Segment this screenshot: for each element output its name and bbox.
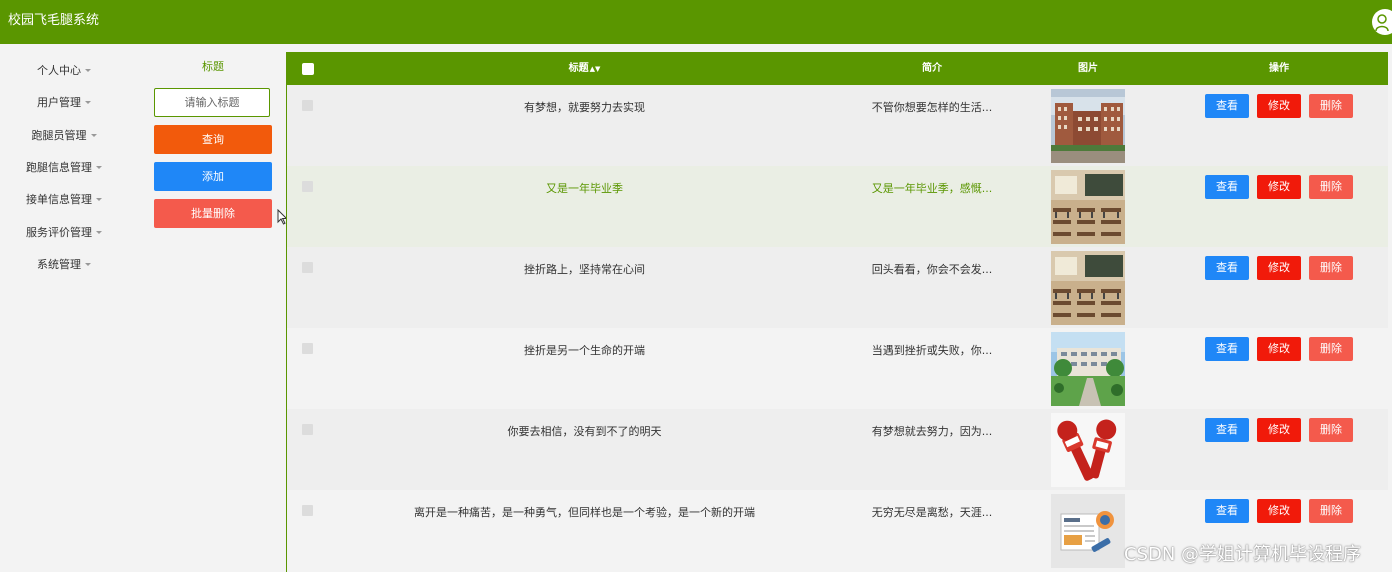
row-intro: 回头看看，你会不会发... <box>871 263 993 276</box>
sidebar-item-errand-info-management[interactable]: 跑腿信息管理 <box>0 158 128 178</box>
view-button[interactable]: 查看 <box>1205 256 1249 280</box>
table-row[interactable]: 你要去相信，没有到不了的明天 有梦想就去努力，因为... 查看 修改 删除 <box>287 409 1388 490</box>
row-checkbox[interactable] <box>302 505 313 516</box>
watermark: CSDN @学姐计算机毕设程序 <box>1124 544 1362 565</box>
sidebar-item-label: 接单信息管理 <box>26 193 92 206</box>
sidebar-item-runner-management[interactable]: 跑腿员管理 <box>0 126 128 146</box>
delete-button[interactable]: 删除 <box>1309 256 1353 280</box>
search-panel: 标题 查询 添加 批量删除 <box>146 44 286 572</box>
top-bar: 校园飞毛腿系统 <box>0 0 1392 44</box>
row-title: 又是一年毕业季 <box>546 182 623 195</box>
view-button[interactable]: 查看 <box>1205 499 1249 523</box>
sidebar-item-label: 服务评价管理 <box>26 226 92 239</box>
caret-down-icon <box>96 198 102 201</box>
row-intro: 不管你想要怎样的生活... <box>871 101 993 114</box>
row-title: 挫折路上，坚持常在心间 <box>524 263 645 276</box>
row-intro: 无穷无尽是离愁，天涯... <box>871 506 993 519</box>
row-checkbox[interactable] <box>302 262 313 273</box>
row-checkbox[interactable] <box>302 343 313 354</box>
sidebar-item-label: 用户管理 <box>37 96 81 109</box>
edit-button[interactable]: 修改 <box>1257 94 1301 118</box>
sidebar-item-label: 个人中心 <box>37 64 81 77</box>
select-all-checkbox[interactable] <box>302 63 314 75</box>
table-row[interactable]: 有梦想，就要努力去实现 不管你想要怎样的生活... 查看 修改 删除 <box>287 85 1388 166</box>
delete-button[interactable]: 删除 <box>1309 175 1353 199</box>
edit-button[interactable]: 修改 <box>1257 256 1301 280</box>
live-microphone-icon <box>1051 413 1125 487</box>
edit-button[interactable]: 修改 <box>1257 337 1301 361</box>
view-button[interactable]: 查看 <box>1205 418 1249 442</box>
view-button[interactable]: 查看 <box>1205 175 1249 199</box>
delete-button[interactable]: 删除 <box>1309 337 1353 361</box>
view-button[interactable]: 查看 <box>1205 337 1249 361</box>
row-checkbox[interactable] <box>302 424 313 435</box>
sidebar-item-service-review-management[interactable]: 服务评价管理 <box>0 223 128 243</box>
column-header-actions: 操作 <box>1269 63 1289 74</box>
row-title: 挫折是另一个生命的开端 <box>524 344 645 357</box>
row-intro: 有梦想就去努力，因为... <box>871 425 993 438</box>
column-header-intro: 简介 <box>922 63 942 74</box>
caret-down-icon <box>85 69 91 72</box>
column-header-title-label: 标题 <box>568 63 589 74</box>
column-header-image: 图片 <box>1078 63 1098 74</box>
news-paper-icon <box>1051 494 1125 568</box>
sidebar-item-label: 系统管理 <box>37 258 81 271</box>
search-title-input[interactable] <box>154 88 270 117</box>
add-button[interactable]: 添加 <box>154 162 272 191</box>
row-title: 有梦想，就要努力去实现 <box>524 101 645 114</box>
edit-button[interactable]: 修改 <box>1257 499 1301 523</box>
delete-button[interactable]: 删除 <box>1309 94 1353 118</box>
sidebar-item-order-info-management[interactable]: 接单信息管理 <box>0 190 128 210</box>
table-row[interactable]: 又是一年毕业季 又是一年毕业季，感慨... 查看 修改 删除 <box>287 166 1388 247</box>
row-title: 离开是一种痛苦，是一种勇气，但同样也是一个考验，是一个新的开端 <box>414 506 755 519</box>
caret-down-icon <box>85 263 91 266</box>
sort-icon[interactable]: ▲▼ <box>590 65 601 73</box>
caret-down-icon <box>90 134 97 137</box>
row-checkbox[interactable] <box>302 181 313 192</box>
sidebar-item-system-management[interactable]: 系统管理 <box>0 255 128 275</box>
batch-delete-button[interactable]: 批量删除 <box>154 199 272 228</box>
sidebar-item-user-management[interactable]: 用户管理 <box>0 93 128 113</box>
column-header-title[interactable]: 标题▲▼ <box>327 52 842 86</box>
classroom-photo <box>1051 251 1125 325</box>
sidebar: 个人中心 用户管理 跑腿员管理 跑腿信息管理 接单信息管理 服务评价管理 系统管… <box>0 44 146 572</box>
sidebar-item-personal-center[interactable]: 个人中心 <box>0 61 128 81</box>
search-title-label: 标题 <box>202 60 224 73</box>
row-intro: 当遇到挫折或失败，你... <box>871 344 993 357</box>
classroom-photo <box>1051 170 1125 244</box>
data-table: 标题▲▼ 简介 图片 操作 有梦想，就要努力去实现 不管你想要怎样的生活... <box>286 52 1388 572</box>
row-checkbox[interactable] <box>302 100 313 111</box>
edit-button[interactable]: 修改 <box>1257 418 1301 442</box>
table-header: 标题▲▼ 简介 图片 操作 <box>287 52 1388 85</box>
query-button[interactable]: 查询 <box>154 125 272 154</box>
campus-garden-photo <box>1051 332 1125 406</box>
row-title: 你要去相信，没有到不了的明天 <box>507 425 662 438</box>
caret-down-icon <box>96 231 102 234</box>
edit-button[interactable]: 修改 <box>1257 175 1301 199</box>
campus-building-photo <box>1051 89 1125 163</box>
table-row[interactable]: 挫折路上，坚持常在心间 回头看看，你会不会发... 查看 修改 删除 <box>287 247 1388 328</box>
app-title: 校园飞毛腿系统 <box>8 13 100 28</box>
view-button[interactable]: 查看 <box>1205 94 1249 118</box>
row-intro: 又是一年毕业季，感慨... <box>871 182 993 195</box>
caret-down-icon <box>96 166 102 169</box>
delete-button[interactable]: 删除 <box>1309 499 1353 523</box>
table-row[interactable]: 挫折是另一个生命的开端 当遇到挫折或失败，你... 查看 修改 删除 <box>287 328 1388 409</box>
user-icon[interactable] <box>1372 9 1392 35</box>
sidebar-item-label: 跑腿信息管理 <box>26 161 92 174</box>
sidebar-item-label: 跑腿员管理 <box>31 129 87 142</box>
caret-down-icon <box>85 101 91 104</box>
delete-button[interactable]: 删除 <box>1309 418 1353 442</box>
